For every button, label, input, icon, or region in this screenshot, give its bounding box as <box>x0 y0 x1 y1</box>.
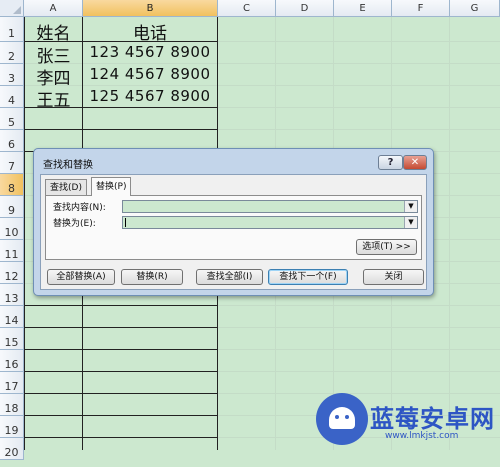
cell-b1[interactable]: 电话 <box>83 19 217 44</box>
replace-tab-panel: 查找内容(N): ▼ 替换为(E): ▼ 选项(T) >> <box>45 195 422 260</box>
row-header-12[interactable]: 12 <box>0 262 24 284</box>
watermark-url: www.lmkjst.com <box>385 431 459 441</box>
row-header-16[interactable]: 16 <box>0 350 24 372</box>
gridline <box>24 63 500 64</box>
cell-border <box>24 371 218 372</box>
column-header-a[interactable]: A <box>24 0 83 17</box>
cell-border <box>24 393 218 394</box>
row-header-11[interactable]: 11 <box>0 240 24 262</box>
watermark-brand: 蓝莓安卓网 <box>370 405 495 433</box>
row-header-13[interactable]: 13 <box>0 284 24 306</box>
column-header-d[interactable]: D <box>276 0 334 17</box>
find-next-button[interactable]: 查找下一个(F) <box>268 269 348 285</box>
column-header-g[interactable]: G <box>450 0 500 17</box>
find-all-button[interactable]: 查找全部(I) <box>196 269 263 285</box>
android-icon <box>329 407 355 429</box>
dialog-titlebar[interactable]: 查找和替换 ? ✕ <box>34 149 433 174</box>
options-button[interactable]: 选项(T) >> <box>356 239 417 255</box>
close-button[interactable]: 关闭 <box>363 269 424 285</box>
cell-a4[interactable]: 王五 <box>25 86 82 111</box>
row-header-10[interactable]: 10 <box>0 218 24 240</box>
cell-border <box>24 327 218 328</box>
cell-b3[interactable]: 124 4567 8900 <box>83 65 217 83</box>
gridline <box>449 17 450 450</box>
tab-replace[interactable]: 替换(P) <box>91 177 132 196</box>
row-header-17[interactable]: 17 <box>0 372 24 394</box>
find-replace-dialog: 查找和替换 ? ✕ 查找(D) 替换(P) 查找内容(N): ▼ 替换为(E):… <box>33 148 434 296</box>
gridline <box>24 85 500 86</box>
help-button[interactable]: ? <box>378 155 403 170</box>
cell-b2[interactable]: 123 4567 8900 <box>83 43 217 61</box>
row-header-5[interactable]: 5 <box>0 108 24 130</box>
row-header-2[interactable]: 2 <box>0 42 24 64</box>
chevron-down-icon[interactable]: ▼ <box>404 201 417 212</box>
cell-border <box>24 305 218 306</box>
cell-b4[interactable]: 125 4567 8900 <box>83 87 217 105</box>
row-header-6[interactable]: 6 <box>0 130 24 152</box>
cell-border <box>24 349 218 350</box>
column-header-b[interactable]: B <box>83 0 218 17</box>
select-all-corner[interactable] <box>0 0 24 17</box>
tab-find[interactable]: 查找(D) <box>45 179 87 196</box>
row-header-4[interactable]: 4 <box>0 86 24 108</box>
replace-all-button[interactable]: 全部替换(A) <box>47 269 115 285</box>
chevron-down-icon[interactable]: ▼ <box>404 217 417 228</box>
row-header-18[interactable]: 18 <box>0 394 24 416</box>
row-header-20[interactable]: 20 <box>0 438 24 460</box>
replace-button[interactable]: 替换(R) <box>121 269 183 285</box>
row-header-19[interactable]: 19 <box>0 416 24 438</box>
row-header-14[interactable]: 14 <box>0 306 24 328</box>
text-caret <box>125 218 126 227</box>
cell-border <box>24 415 218 416</box>
dialog-body: 查找(D) 替换(P) 查找内容(N): ▼ 替换为(E): ▼ 选项(T) >… <box>40 174 427 290</box>
find-what-input[interactable]: ▼ <box>122 200 418 213</box>
cell-a1[interactable]: 姓名 <box>25 19 82 44</box>
row-header-9[interactable]: 9 <box>0 196 24 218</box>
row-header-1[interactable]: 1 <box>0 17 24 42</box>
column-header-e[interactable]: E <box>334 0 392 17</box>
replace-with-label: 替换为(E): <box>53 219 96 229</box>
dialog-title: 查找和替换 <box>43 160 93 171</box>
replace-with-input[interactable]: ▼ <box>122 216 418 229</box>
cell-border <box>24 129 218 130</box>
row-header-7[interactable]: 7 <box>0 152 24 174</box>
column-header-c[interactable]: C <box>218 0 276 17</box>
close-icon[interactable]: ✕ <box>403 155 427 170</box>
column-header-f[interactable]: F <box>392 0 450 17</box>
find-what-label: 查找内容(N): <box>53 203 106 213</box>
row-header-3[interactable]: 3 <box>0 64 24 86</box>
cell-border <box>24 437 218 438</box>
row-header-8[interactable]: 8 <box>0 174 24 196</box>
row-header-15[interactable]: 15 <box>0 328 24 350</box>
